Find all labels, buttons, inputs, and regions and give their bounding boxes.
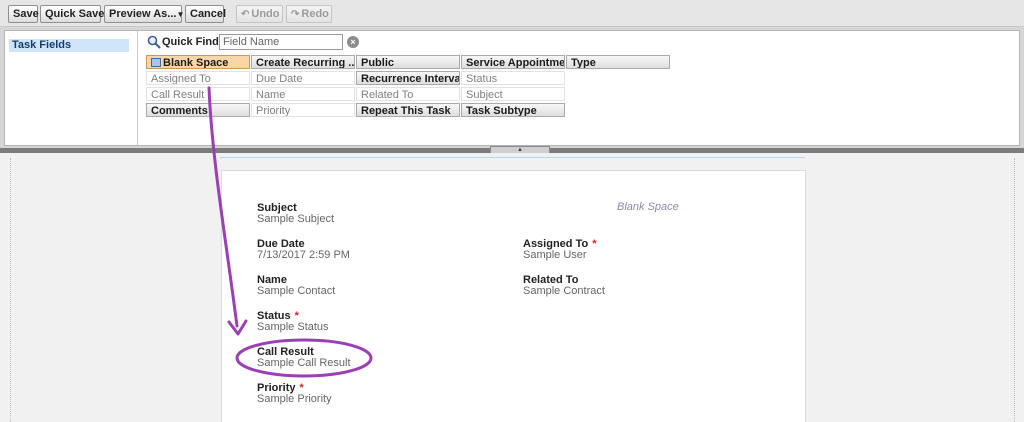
- palette-field-blank-space[interactable]: Blank Space: [146, 55, 250, 69]
- canvas-guide-left: [10, 158, 11, 422]
- palette-field-call-result[interactable]: Call Result: [146, 87, 250, 101]
- palette-body: Task Fields Quick Find × Blank Space Cre…: [4, 30, 1020, 146]
- save-button[interactable]: Save: [8, 5, 39, 23]
- palette-field-public[interactable]: Public: [356, 55, 460, 69]
- blank-space-icon: [151, 58, 161, 67]
- field-palette: Task Fields Quick Find × Blank Space Cre…: [0, 27, 1024, 148]
- undo-button[interactable]: ↶ Undo: [236, 5, 283, 23]
- section-divider: [220, 157, 805, 158]
- field-value-name: Sample Contact: [257, 285, 336, 297]
- preview-as-label: Preview As...: [109, 8, 177, 20]
- palette-field-recurrence-interval[interactable]: Recurrence Interval: [356, 71, 460, 85]
- field-value-subject: Sample Subject: [257, 213, 335, 225]
- blank-space-placeholder[interactable]: Blank Space: [617, 201, 679, 213]
- palette-field-repeat-this-task[interactable]: Repeat This Task: [356, 103, 460, 117]
- palette-field-name[interactable]: Name: [251, 87, 355, 101]
- redo-button[interactable]: ↷ Redo: [286, 5, 332, 23]
- clear-icon[interactable]: ×: [347, 36, 359, 48]
- cancel-button[interactable]: Cancel: [185, 5, 226, 23]
- palette-field-related-to[interactable]: Related To: [356, 87, 460, 101]
- undo-label: Undo: [251, 8, 280, 20]
- palette-field-assigned-to[interactable]: Assigned To: [146, 71, 250, 85]
- quick-save-button[interactable]: Quick Save: [40, 5, 104, 23]
- canvas-guide-right: [1014, 158, 1015, 422]
- redo-icon: ↷: [291, 9, 300, 20]
- quick-find-label: Quick Find: [162, 36, 219, 48]
- field-value-call-result: Sample Call Result: [257, 357, 351, 369]
- field-value-priority: Sample Priority: [257, 393, 332, 405]
- quick-find-input[interactable]: [219, 34, 343, 50]
- field-value-assigned-to: Sample User: [523, 249, 587, 261]
- palette-field-priority[interactable]: Priority: [251, 103, 355, 117]
- palette-field-status[interactable]: Status: [461, 71, 565, 85]
- field-value-related-to: Sample Contract: [523, 285, 605, 297]
- toolbar: Save Quick Save Preview As...▼ Cancel ↶ U…: [0, 0, 1024, 27]
- category-item-task-fields[interactable]: Task Fields: [9, 39, 129, 52]
- dropdown-arrow-icon: ▼: [176, 10, 185, 19]
- palette-field-task-subtype[interactable]: Task Subtype: [461, 103, 565, 117]
- search-icon: [147, 35, 161, 49]
- field-value-due-date: 7/13/2017 2:59 PM: [257, 249, 350, 261]
- palette-field-service-appointment[interactable]: Service Appointme...: [461, 55, 565, 69]
- category-list: Task Fields: [5, 31, 138, 145]
- redo-label: Redo: [301, 8, 329, 20]
- palette-field-label: Blank Space: [163, 57, 229, 69]
- required-marker: *: [592, 238, 597, 250]
- palette-field-due-date[interactable]: Due Date: [251, 71, 355, 85]
- palette-field-comments[interactable]: Comments: [146, 103, 250, 117]
- palette-field-create-recurring[interactable]: Create Recurring ...: [251, 55, 355, 69]
- preview-as-button[interactable]: Preview As...▼: [104, 5, 185, 23]
- palette-field-type[interactable]: Type: [566, 55, 670, 69]
- undo-icon: ↶: [241, 9, 250, 20]
- palette-field-subject[interactable]: Subject: [461, 87, 565, 101]
- field-value-status: Sample Status: [257, 321, 329, 333]
